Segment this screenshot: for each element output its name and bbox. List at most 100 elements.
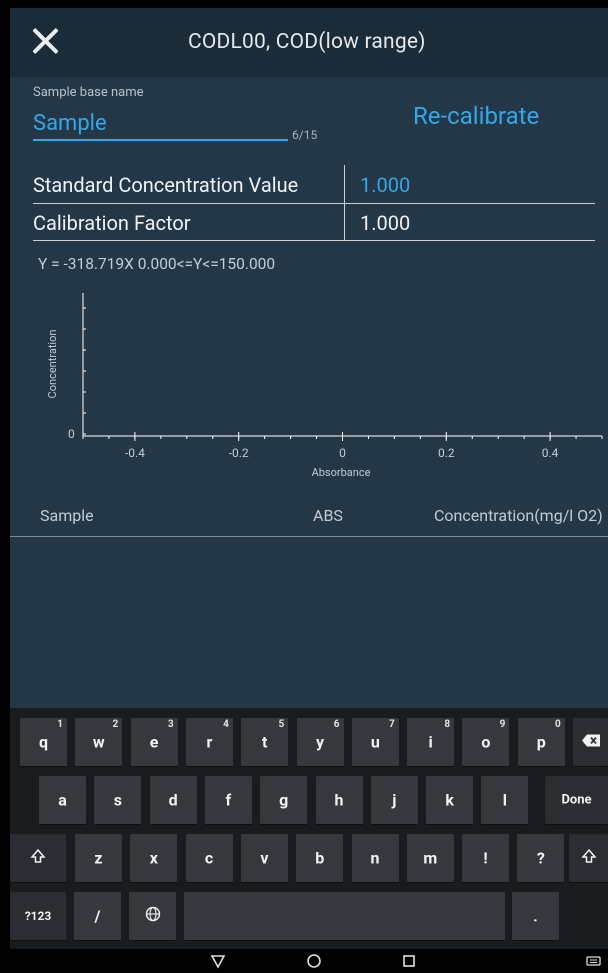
key-k-label: k [445,790,454,810]
key-r-label: r [206,732,213,752]
key-s[interactable]: s [94,776,142,824]
back-icon[interactable] [206,949,230,973]
globe-icon [129,906,176,926]
key-f-label: f [225,790,232,810]
key-d[interactable]: d [149,776,197,824]
key-slash[interactable]: / [74,892,121,940]
key-number-hint: 6 [333,719,340,730]
key-number-hint: 3 [167,719,174,730]
key-k[interactable]: k [426,776,474,824]
key-n[interactable]: n [351,834,399,882]
column-header-sample: Sample [40,506,94,525]
x-tick-label: 0.4 [542,446,559,460]
shift-icon [10,848,66,868]
key-l[interactable]: l [481,776,529,824]
key-question-label: ? [536,848,545,868]
key-y-label: y [315,732,325,752]
symbols-key-label: ?123 [24,909,52,923]
key-b[interactable]: b [296,834,344,882]
key-u[interactable]: u7 [351,718,399,766]
key-i-label: i [428,732,433,752]
list-divider [10,536,608,537]
key-x-label: x [149,848,158,868]
key-d-label: d [168,790,178,810]
key-z[interactable]: z [75,834,122,882]
key-question[interactable]: ? [517,834,565,882]
key-n-label: n [370,848,380,868]
key-w[interactable]: w2 [75,718,123,766]
x-tick-label: -0.2 [229,446,249,460]
key-o-label: o [481,732,491,752]
backspace-icon [573,733,608,752]
done-key[interactable]: Done [545,776,608,824]
globe-key[interactable] [129,892,176,940]
recents-icon[interactable] [397,949,421,973]
key-o[interactable]: o9 [462,718,510,766]
key-b-label: b [315,848,325,868]
key-w-label: w [92,732,105,752]
space-key[interactable] [184,892,505,940]
backspace-key[interactable] [573,718,608,766]
x-tick-label: 0 [339,446,346,460]
x-tick-label: -0.4 [125,446,145,460]
key-m-label: m [423,848,438,868]
key-u-label: u [370,732,380,752]
key-p-label: p [536,732,546,752]
keyboard-icon[interactable] [584,949,604,973]
key-number-hint: 4 [223,719,229,730]
key-number-hint: 5 [278,719,285,730]
y-tick-label: 0 [68,427,75,441]
key-g[interactable]: g [260,776,308,824]
key-y[interactable]: y6 [296,718,344,766]
key-q[interactable]: q1 [20,718,67,766]
key-t[interactable]: t5 [241,718,289,766]
key-i[interactable]: i8 [407,718,455,766]
symbols-key[interactable]: ?123 [10,892,66,940]
home-icon[interactable] [302,949,326,973]
key-v-label: v [260,848,269,868]
key-r[interactable]: r4 [185,718,233,766]
key-t-label: t [261,732,268,752]
x-axis-label: Absorbance [312,466,371,479]
key-z-label: z [94,848,103,868]
key-h[interactable]: h [315,776,363,824]
key-slash-label: / [94,906,101,926]
x-tick-label: 0.2 [438,446,455,460]
key-a-label: a [58,790,67,810]
key-c-label: c [204,848,214,868]
key-number-hint: 8 [444,719,451,730]
key-number-hint: 9 [499,719,506,730]
key-j[interactable]: j [370,776,418,824]
key-f[interactable]: f [204,776,252,824]
shift-key-left[interactable] [10,834,66,882]
shift-key-right[interactable] [569,834,608,882]
done-key-label: Done [561,792,592,808]
column-header-abs: ABS [313,506,343,525]
app-screen: CODL00, COD(low range) Sample base name … [10,8,608,973]
key-g-label: g [279,790,289,810]
y-axis-label: Concentration [46,330,59,399]
soft-keyboard: q 1 w 2 e 3 r 4 t 5 y 6 u 7 i 8 o 9 p 0 a s d f g h j k l Done z x c v b n m… [10,708,608,949]
system-nav-bar [10,949,608,973]
x-ticks: -0.4 -0.2 0 0.2 0.4 [82,432,603,460]
key-p[interactable]: p0 [517,718,565,766]
key-c[interactable]: c [185,834,233,882]
key-j-label: j [392,790,397,810]
key-number-hint: 0 [554,719,561,730]
key-number-hint: 1 [57,719,63,730]
key-m[interactable]: m [406,834,454,882]
column-header-concentration: Concentration(mg/l O2) [434,506,603,525]
key-e[interactable]: e3 [130,718,178,766]
key-exclamation[interactable]: ! [462,834,510,882]
calibration-chart: -0.4 -0.2 0 0.2 0.4 0 Concentration Absorban… [46,293,603,479]
key-e-label: e [149,732,159,752]
shift-icon [569,848,608,868]
key-period[interactable]: . [512,892,559,940]
key-number-hint: 7 [389,719,395,730]
key-v[interactable]: v [240,834,288,882]
key-period-label: . [533,906,538,926]
key-l-label: l [502,790,507,810]
key-a[interactable]: a [39,776,86,824]
key-s-label: s [113,790,122,810]
key-x[interactable]: x [130,834,178,882]
